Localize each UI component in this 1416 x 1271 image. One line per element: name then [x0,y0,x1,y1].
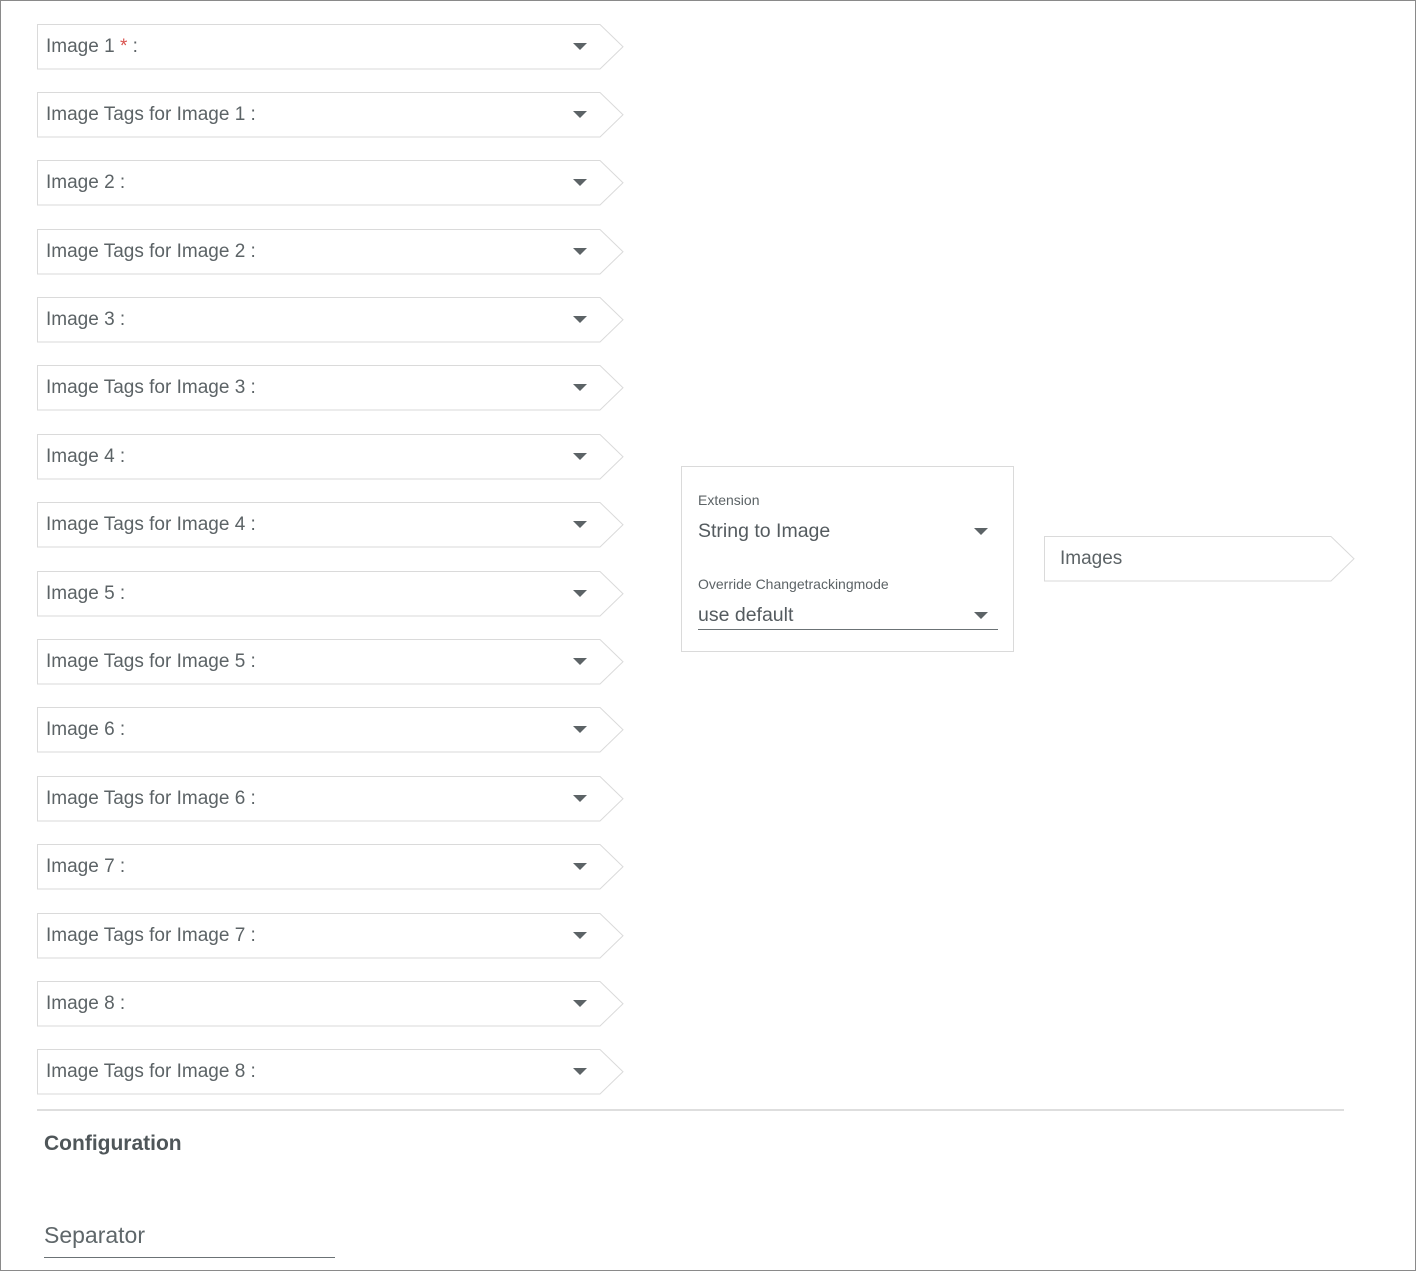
port-name: Image 6 [46,719,115,740]
chevron-down-icon[interactable] [573,179,587,186]
port-name: Image Tags for Image 8 [46,1061,246,1082]
port-suffix: : [245,1061,256,1082]
input-port-label: Image 2 : [46,160,125,205]
chevron-down-icon[interactable] [573,726,587,733]
chevron-down-icon[interactable] [573,521,587,528]
chevron-down-icon [974,612,988,619]
port-name: Image Tags for Image 5 [46,651,246,672]
input-port-row[interactable]: Image 3 : [37,297,624,343]
input-port-label: Image 3 : [46,297,125,342]
chevron-down-icon[interactable] [573,316,587,323]
input-port-label: Image 4 : [46,434,125,479]
port-name: Image Tags for Image 7 [46,925,246,946]
chevron-down-icon[interactable] [573,111,587,118]
port-suffix: : [245,925,256,946]
port-name: Image Tags for Image 6 [46,788,246,809]
input-port-row[interactable]: Image 1 * : [37,24,624,70]
chevron-down-icon[interactable] [573,863,587,870]
changetracking-select[interactable]: use default [698,601,998,630]
input-port-row[interactable]: Image Tags for Image 5 : [37,639,624,685]
input-port-label: Image Tags for Image 1 : [46,92,256,137]
port-name: Image Tags for Image 3 [46,377,246,398]
chevron-down-icon[interactable] [573,453,587,460]
chevron-down-icon[interactable] [573,43,587,50]
extension-label: Extension [698,492,760,508]
port-suffix: : [114,446,126,467]
extension-panel: Extension String to Image Override Chang… [681,466,1014,652]
input-port-row[interactable]: Image Tags for Image 2 : [37,229,624,275]
chevron-down-icon[interactable] [573,932,587,939]
section-divider [37,1109,1344,1111]
port-suffix: : [114,719,126,740]
port-suffix: : [245,377,256,398]
port-name: Image 1 [46,36,115,57]
port-suffix: : [245,104,256,125]
port-name: Image 7 [46,856,115,877]
port-suffix: : [114,583,126,604]
input-port-row[interactable]: Image 7 : [37,844,624,890]
chevron-down-icon[interactable] [573,248,587,255]
port-name: Image Tags for Image 2 [46,241,246,262]
input-port-label: Image Tags for Image 4 : [46,502,256,547]
configuration-title: Configuration [44,1132,182,1155]
extension-value: String to Image [698,520,831,542]
changetracking-value: use default [698,604,794,626]
output-port-images[interactable]: Images [1044,536,1356,582]
input-port-label: Image Tags for Image 7 : [46,913,256,958]
port-name: Image Tags for Image 1 [46,104,246,125]
input-port-row[interactable]: Image 5 : [37,571,624,617]
input-port-label: Image Tags for Image 5 : [46,639,256,684]
input-port-label: Image Tags for Image 8 : [46,1049,256,1094]
input-port-row[interactable]: Image Tags for Image 4 : [37,502,624,548]
input-port-label: Image 1 * : [46,24,138,69]
port-suffix: : [114,172,126,193]
chevron-down-icon[interactable] [573,590,587,597]
input-port-row[interactable]: Image Tags for Image 1 : [37,92,624,138]
input-port-label: Image 5 : [46,571,125,616]
chevron-down-icon[interactable] [573,795,587,802]
input-port-label: Image Tags for Image 6 : [46,776,256,821]
separator-input[interactable]: Separator [44,1220,335,1258]
separator-placeholder: Separator [44,1222,146,1248]
port-suffix: : [114,309,126,330]
input-port-row[interactable]: Image Tags for Image 6 : [37,776,624,822]
port-suffix: : [114,993,126,1014]
input-port-row[interactable]: Image Tags for Image 8 : [37,1049,624,1095]
input-port-row[interactable]: Image 8 : [37,981,624,1027]
port-name: Image 8 [46,993,115,1014]
port-name: Image 3 [46,309,115,330]
port-suffix: : [127,36,138,57]
extension-select[interactable]: String to Image [698,517,998,545]
input-port-row[interactable]: Image 6 : [37,707,624,753]
port-name: Image 4 [46,446,115,467]
port-suffix: : [245,241,256,262]
chevron-down-icon[interactable] [573,384,587,391]
input-port-label: Image Tags for Image 2 : [46,229,256,274]
port-suffix: : [245,651,256,672]
input-port-row[interactable]: Image 2 : [37,160,624,206]
port-name: Image 2 [46,172,115,193]
port-suffix: : [114,856,126,877]
port-suffix: : [245,514,256,535]
input-port-label: Image Tags for Image 3 : [46,365,256,410]
chevron-down-icon[interactable] [573,1000,587,1007]
input-port-row[interactable]: Image 4 : [37,434,624,480]
input-port-label: Image 7 : [46,844,125,889]
output-port-label: Images [1060,548,1123,569]
chevron-down-icon[interactable] [573,1068,587,1075]
chevron-down-icon[interactable] [573,658,587,665]
input-port-label: Image 6 : [46,707,125,752]
input-port-row[interactable]: Image Tags for Image 7 : [37,913,624,959]
port-name: Image Tags for Image 4 [46,514,246,535]
input-port-label: Image 8 : [46,981,125,1026]
changetracking-label: Override Changetrackingmode [698,576,889,592]
input-port-row[interactable]: Image Tags for Image 3 : [37,365,624,411]
chevron-down-icon [974,528,988,535]
port-name: Image 5 [46,583,115,604]
port-suffix: : [245,788,256,809]
